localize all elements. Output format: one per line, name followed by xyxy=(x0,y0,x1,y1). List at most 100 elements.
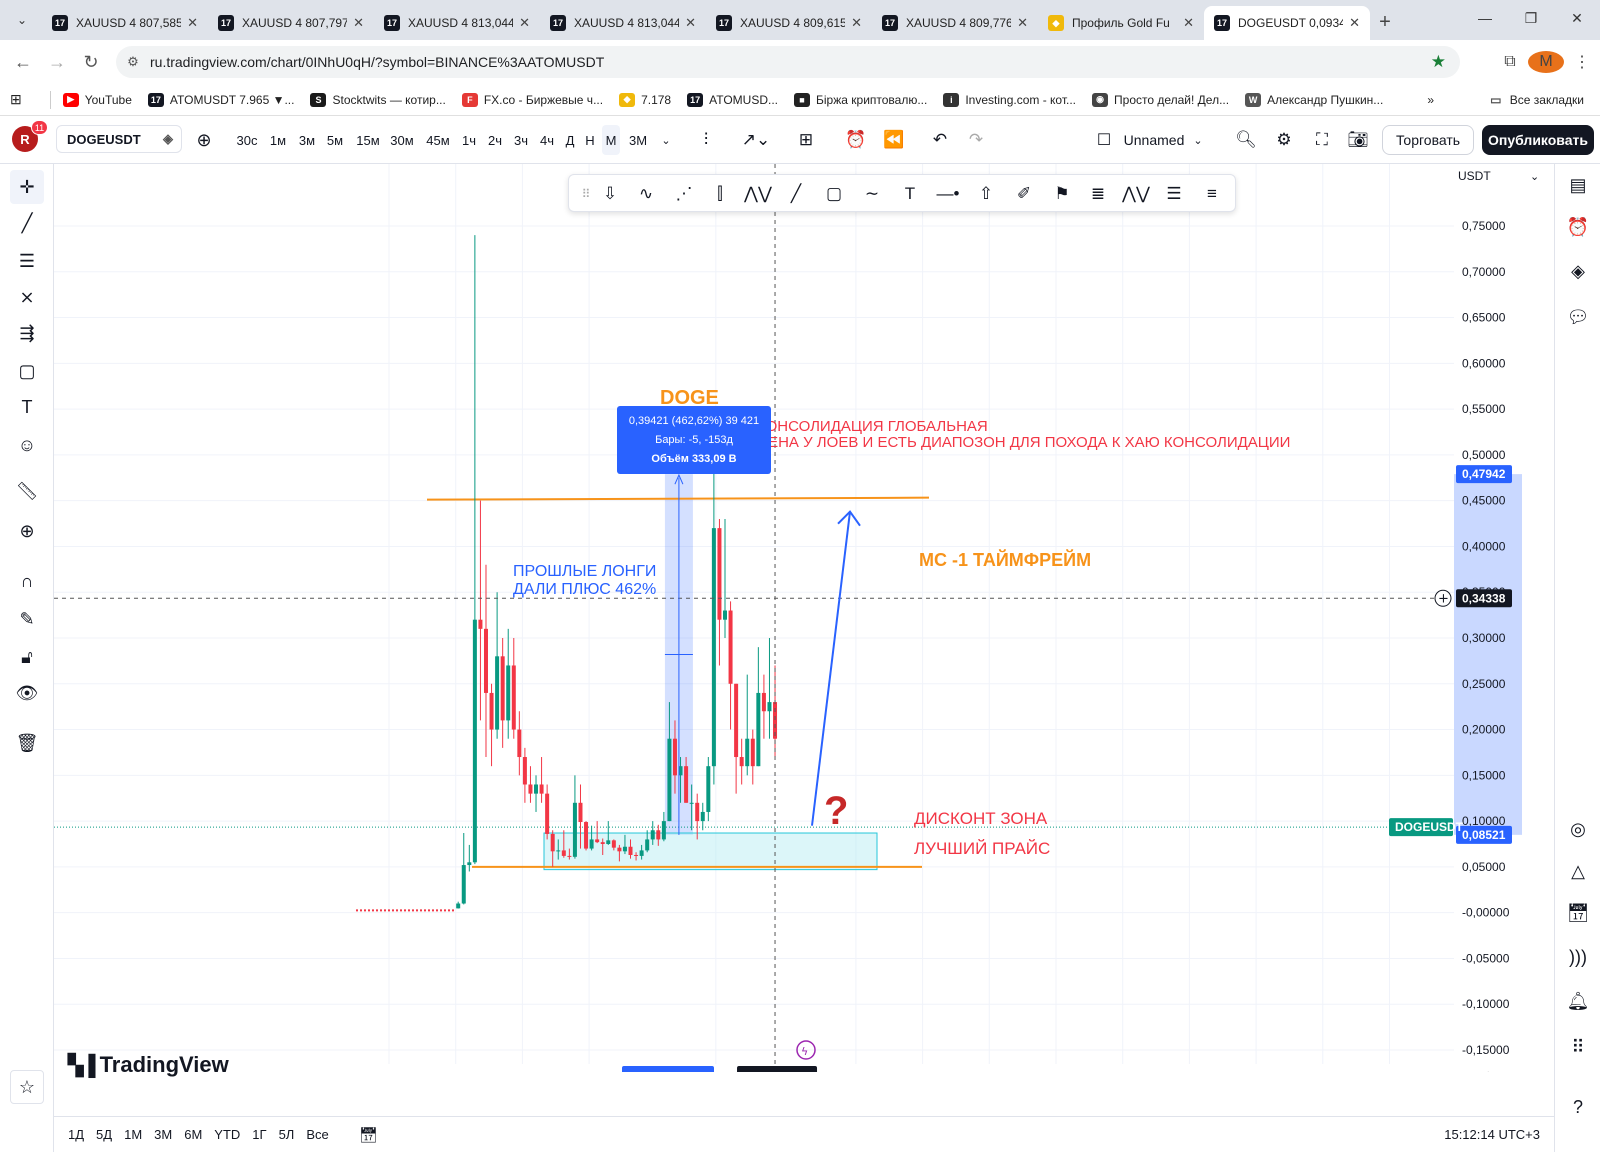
magnet-icon[interactable]: ∩ xyxy=(10,564,44,598)
trend-line-icon[interactable]: ╱ xyxy=(10,206,44,240)
range-button[interactable]: YTD xyxy=(208,1127,246,1142)
ruler-icon[interactable]: 📏︎ xyxy=(10,474,44,508)
fib-levels-icon[interactable]: ☰ xyxy=(1159,179,1189,209)
notifications-bell-icon[interactable]: 🔔︎ xyxy=(1561,984,1595,1018)
range-button[interactable]: Все xyxy=(300,1127,334,1142)
flag-icon[interactable]: ⚑ xyxy=(1047,179,1077,209)
forecast-icon[interactable]: ⇶ xyxy=(10,316,44,350)
profile-avatar[interactable]: M xyxy=(1528,51,1564,73)
interval-button[interactable]: 5м xyxy=(322,116,348,164)
url-text[interactable]: ru.tradingview.com/chart/0INhU0qH/?symbo… xyxy=(150,54,604,70)
reload-icon[interactable]: ↻ xyxy=(74,52,108,73)
bookmark-item[interactable]: 17 ATOMUSDT 7.965 ▼... xyxy=(147,92,294,107)
axis-settings-icon[interactable]: ⚙ xyxy=(1482,1070,1495,1072)
bookmark-item[interactable]: ◉ Просто делай! Дел... xyxy=(1092,92,1229,107)
bookmark-item[interactable]: ■ Біржа криптовалю... xyxy=(794,92,927,107)
browser-tab[interactable]: 17 XAUUSD 4 813,044 ✕ xyxy=(540,6,706,40)
arrow-down-icon[interactable]: ⇩ xyxy=(595,179,625,209)
currency-label[interactable]: USDT xyxy=(1458,169,1491,183)
interval-button[interactable]: 15м xyxy=(352,116,384,164)
browser-menu-icon[interactable]: ⋮ xyxy=(1564,52,1600,72)
goto-date-icon[interactable]: 📅︎ xyxy=(353,1126,384,1144)
range-button[interactable]: 1Д xyxy=(62,1127,90,1142)
brush-icon[interactable]: ✐ xyxy=(1009,179,1039,209)
bookmark-item[interactable]: F FX.co - Биржевые ч... xyxy=(461,92,603,107)
price-chart[interactable]: 0,75000 0,70000 0,65000 0,60000 0,55000 0,500… xyxy=(54,164,1554,1072)
stream-icon[interactable]: ))) xyxy=(1561,940,1595,974)
alert-icon[interactable]: ⏰ xyxy=(842,116,870,164)
bookmark-item[interactable]: 17 ATOMUSD... xyxy=(687,92,778,107)
camera-icon[interactable]: 📷︎ xyxy=(1344,116,1372,164)
layout-dropdown-icon[interactable]: ⌄ xyxy=(1188,116,1208,164)
target-icon[interactable]: ◎ xyxy=(1561,812,1595,846)
symbol-search[interactable]: DOGEUSDT ◈ xyxy=(56,125,182,153)
all-bookmarks[interactable]: ▭ Все закладки xyxy=(1488,93,1584,107)
channel-icon[interactable]: ≣ xyxy=(1083,179,1113,209)
line-tool-icon[interactable]: ╱ xyxy=(781,179,811,209)
close-tab-icon[interactable]: ✕ xyxy=(1183,15,1194,31)
interval-button[interactable]: 3ч xyxy=(510,116,532,164)
redo-icon[interactable]: ↷ xyxy=(962,116,990,164)
rectangle-icon[interactable]: ▢ xyxy=(819,179,849,209)
bookmark-item[interactable]: ▶ YouTube xyxy=(62,92,132,107)
lock-icon[interactable]: 🔓︎ xyxy=(10,640,44,674)
range-button[interactable]: 6М xyxy=(178,1127,208,1142)
candles-icon[interactable]: ⫶ xyxy=(692,116,720,164)
watchlist-icon[interactable]: ▤ xyxy=(1561,168,1595,202)
trash-icon[interactable]: 🗑︎ xyxy=(10,726,44,760)
close-tab-icon[interactable]: ✕ xyxy=(1017,15,1028,31)
layout-name[interactable]: Unnamed xyxy=(1124,116,1185,164)
range-button[interactable]: 5Д xyxy=(90,1127,118,1142)
close-tab-icon[interactable]: ✕ xyxy=(851,15,862,31)
interval-button[interactable]: М xyxy=(602,125,620,155)
omnibox[interactable]: ⚙ ru.tradingview.com/chart/0INhU0qH/?sym… xyxy=(116,46,1460,78)
range-button[interactable]: 1М xyxy=(118,1127,148,1142)
compare-symbol-icon[interactable]: ◈ xyxy=(163,131,173,147)
tradingview-logo[interactable]: ▚▐ TradingView xyxy=(68,1052,229,1078)
back-icon[interactable]: ← xyxy=(6,52,40,73)
close-tab-icon[interactable]: ✕ xyxy=(353,15,364,31)
fib-extension-icon[interactable]: ≡ xyxy=(1197,179,1227,209)
tab-search-button[interactable]: ⌄ xyxy=(8,6,36,34)
close-window-icon[interactable]: ✕ xyxy=(1554,0,1600,36)
ideas-icon[interactable]: △ xyxy=(1561,854,1595,888)
chat-icon[interactable]: 💬︎ xyxy=(1561,300,1595,334)
bookmark-item[interactable]: ◆ 7.178 xyxy=(619,92,671,107)
help-icon[interactable]: ? xyxy=(1561,1090,1595,1124)
horizontal-ray-icon[interactable]: —• xyxy=(933,179,963,209)
currency-dropdown-icon[interactable]: ⌄ xyxy=(1530,171,1539,183)
crosshair-icon[interactable]: ✛ xyxy=(10,170,44,204)
interval-button[interactable]: 30м xyxy=(386,116,418,164)
browser-tab[interactable]: 17 DOGEUSDT 0,0934 ✕ xyxy=(1204,6,1370,40)
close-tab-icon[interactable]: ✕ xyxy=(1349,15,1360,31)
undo-icon[interactable]: ↶ xyxy=(926,116,954,164)
hide-icon[interactable]: 👁︎ xyxy=(10,676,44,710)
minimize-icon[interactable]: — xyxy=(1462,0,1508,36)
zoom-in-icon[interactable]: ⊕ xyxy=(10,514,44,548)
pattern-icon[interactable]: ⨯ xyxy=(10,280,44,314)
indicators-icon[interactable]: ↗⌄ xyxy=(736,116,776,164)
elliott-wave-icon[interactable]: ⋀⋁ xyxy=(743,179,773,209)
favorites-star-icon[interactable]: ☆ xyxy=(10,1070,44,1104)
fullscreen-icon[interactable]: ⛶ xyxy=(1308,116,1336,164)
interval-button[interactable]: 1ч xyxy=(458,116,480,164)
pitchfork-icon[interactable]: ⋰ xyxy=(669,179,699,209)
range-button[interactable]: 5Л xyxy=(273,1127,301,1142)
clock[interactable]: 15:12:14 UTC+3 xyxy=(1444,1127,1540,1142)
apps-grid-icon[interactable]: ⠿ xyxy=(1561,1030,1595,1064)
bookmark-item[interactable]: i Investing.com - кот... xyxy=(943,92,1076,107)
extensions-icon[interactable]: ⧉ xyxy=(1492,53,1528,71)
browser-tab[interactable]: 17 XAUUSD 4 809,776 ✕ xyxy=(872,6,1038,40)
calendar-icon[interactable]: 📅︎ xyxy=(1561,896,1595,930)
text-tool-icon[interactable]: T xyxy=(10,390,44,424)
close-tab-icon[interactable]: ✕ xyxy=(187,15,198,31)
bars-pattern-icon[interactable]: ⫿ xyxy=(705,179,735,209)
alerts-clock-icon[interactable]: ⏰ xyxy=(1561,210,1595,244)
interval-button[interactable]: 30с xyxy=(232,116,262,164)
new-tab-button[interactable]: + xyxy=(1370,7,1400,37)
templates-icon[interactable]: ⊞ xyxy=(792,116,820,164)
layers-icon[interactable]: ◈ xyxy=(1561,254,1595,288)
trade-button[interactable]: Торговать xyxy=(1382,125,1474,155)
path-icon[interactable]: ∼ xyxy=(857,179,887,209)
browser-tab[interactable]: 17 XAUUSD 4 807,797 ✕ xyxy=(208,6,374,40)
